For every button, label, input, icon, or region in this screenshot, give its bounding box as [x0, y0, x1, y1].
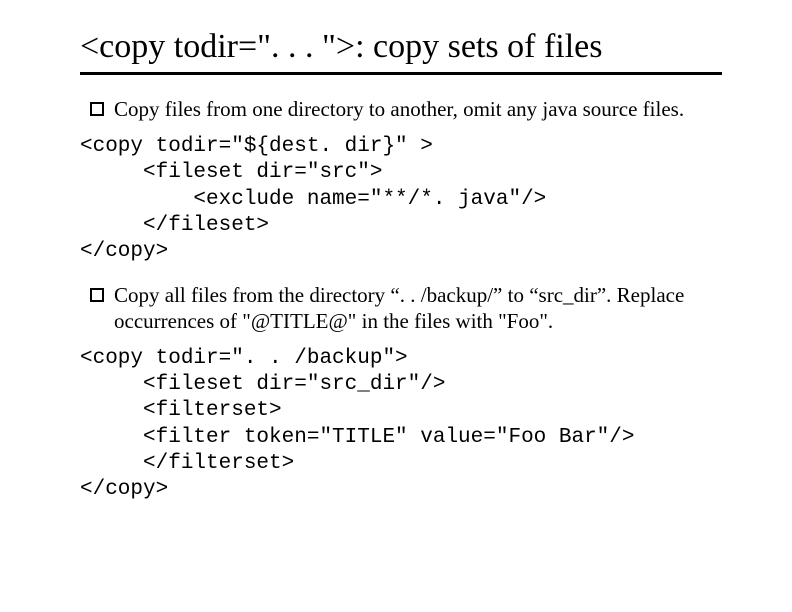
bullet-text: Copy all files from the directory “. . /… [114, 283, 722, 333]
slide-title: <copy todir=". . . ">: copy sets of file… [80, 28, 722, 75]
code-block: <copy todir="${dest. dir}" > <fileset di… [80, 134, 722, 265]
bullet-item: Copy all files from the directory “. . /… [90, 283, 722, 333]
bullet-text: Copy files from one directory to another… [114, 97, 722, 122]
bullet-item: Copy files from one directory to another… [90, 97, 722, 122]
square-bullet-icon [90, 288, 104, 302]
square-bullet-icon [90, 102, 104, 116]
code-block: <copy todir=". . /backup"> <fileset dir=… [80, 346, 722, 504]
